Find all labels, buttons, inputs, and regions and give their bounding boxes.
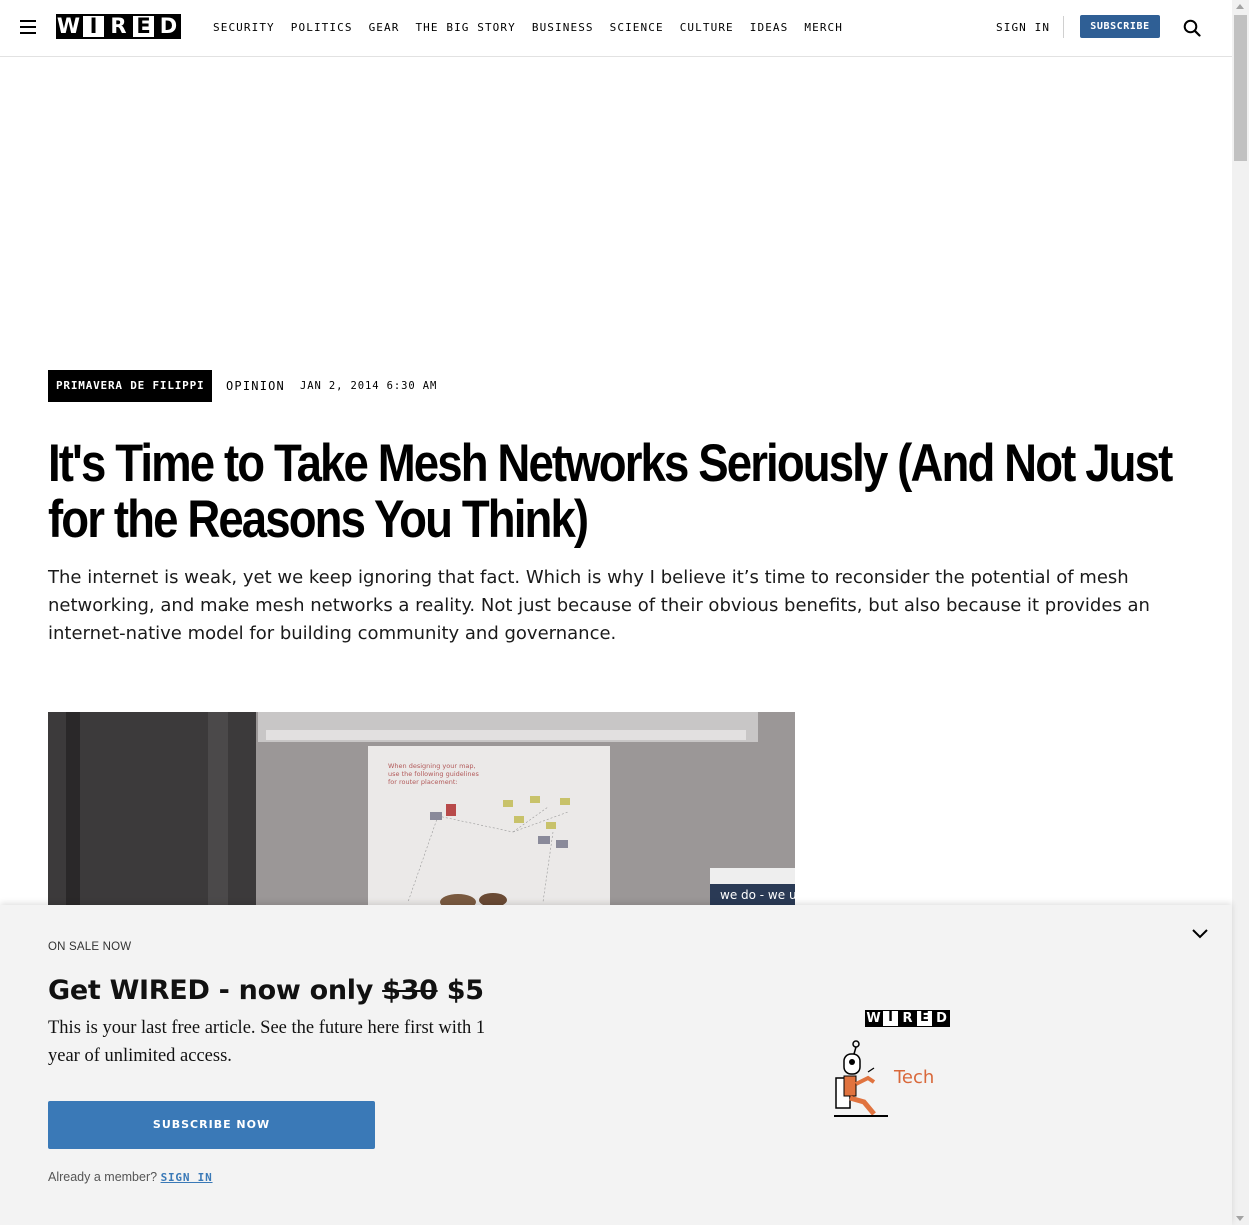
page-scrollbar[interactable] xyxy=(1232,0,1249,1225)
logo-letter: D xyxy=(933,1010,950,1027)
logo-letter: E xyxy=(131,14,156,39)
promo-tech-label: Tech xyxy=(894,1067,935,1088)
promo-wired-logo: W I R E D xyxy=(865,1010,950,1028)
lead-photo-illustration: When designing your map, use the followi… xyxy=(48,712,795,905)
nav-gear[interactable]: GEAR xyxy=(369,21,400,35)
menu-icon[interactable] xyxy=(20,20,36,34)
logo-letter: E xyxy=(916,1010,933,1027)
wired-logo[interactable]: W I R E D xyxy=(56,14,181,39)
old-price: $30 xyxy=(382,975,438,1006)
article-dek: The internet is weak, yet we keep ignori… xyxy=(48,567,1150,644)
chevron-down-icon[interactable] xyxy=(1191,927,1209,941)
logo-letter: W xyxy=(865,1010,882,1027)
logo-letter: D xyxy=(156,14,181,39)
rubric-label[interactable]: OPINION xyxy=(226,379,285,393)
article-headline: It's Time to Take Mesh Networks Seriousl… xyxy=(48,434,1173,549)
logo-letter: W xyxy=(56,14,81,39)
offer-heading: Get WIRED - now only $30 $5 xyxy=(48,975,484,1006)
paywall-banner: ON SALE NOW Get WIRED - now only $30 $5 … xyxy=(0,905,1232,1225)
nav-big-story[interactable]: THE BIG STORY xyxy=(415,21,515,35)
subscribe-button[interactable]: SUBSCRIBE xyxy=(1080,15,1160,38)
scroll-thumb[interactable] xyxy=(1234,15,1247,161)
logo-letter: I xyxy=(882,1010,899,1027)
scroll-up-arrow-icon[interactable] xyxy=(1236,4,1244,9)
lead-image: When designing your map, use the followi… xyxy=(48,712,795,905)
member-signin: Already a member? SIGN IN xyxy=(48,1170,213,1184)
logo-letter: R xyxy=(106,14,131,39)
nav-ideas[interactable]: IDEAS xyxy=(750,21,789,35)
on-sale-label: ON SALE NOW xyxy=(48,941,132,953)
offer-pitch: This is your last free article. See the … xyxy=(48,1018,486,1066)
search-icon[interactable] xyxy=(1183,19,1201,37)
scroll-down-arrow-icon[interactable] xyxy=(1236,1216,1244,1221)
lead-caption-text: we do - we u xyxy=(720,888,795,902)
nav-science[interactable]: SCIENCE xyxy=(610,21,664,35)
main-nav: SECURITY POLITICS GEAR THE BIG STORY BUS… xyxy=(213,21,859,35)
sign-in-link[interactable]: SIGN IN xyxy=(996,21,1050,34)
logo-letter: R xyxy=(899,1010,916,1027)
logo-letter: I xyxy=(81,14,106,39)
nav-culture[interactable]: CULTURE xyxy=(680,21,734,35)
nav-politics[interactable]: POLITICS xyxy=(291,21,353,35)
robot-icon xyxy=(834,1040,888,1117)
new-price: $5 xyxy=(446,975,484,1006)
member-sign-in-link[interactable]: SIGN IN xyxy=(161,1171,213,1184)
tech-promo-graphic: W I R E D Tech xyxy=(830,1010,960,1120)
author-byline[interactable]: PRIMAVERA DE FILIPPI xyxy=(48,370,213,402)
offer-prefix: Get WIRED - now only xyxy=(48,975,374,1006)
publish-date: JAN 2, 2014 6:30 AM xyxy=(300,380,438,392)
site-header: W I R E D SECURITY POLITICS GEAR THE BIG… xyxy=(0,0,1232,57)
header-divider xyxy=(1063,16,1064,38)
nav-merch[interactable]: MERCH xyxy=(804,21,843,35)
nav-security[interactable]: SECURITY xyxy=(213,21,275,35)
nav-business[interactable]: BUSINESS xyxy=(532,21,594,35)
subscribe-now-button[interactable]: SUBSCRIBE NOW xyxy=(48,1101,375,1149)
member-prompt: Already a member? xyxy=(48,1170,158,1184)
